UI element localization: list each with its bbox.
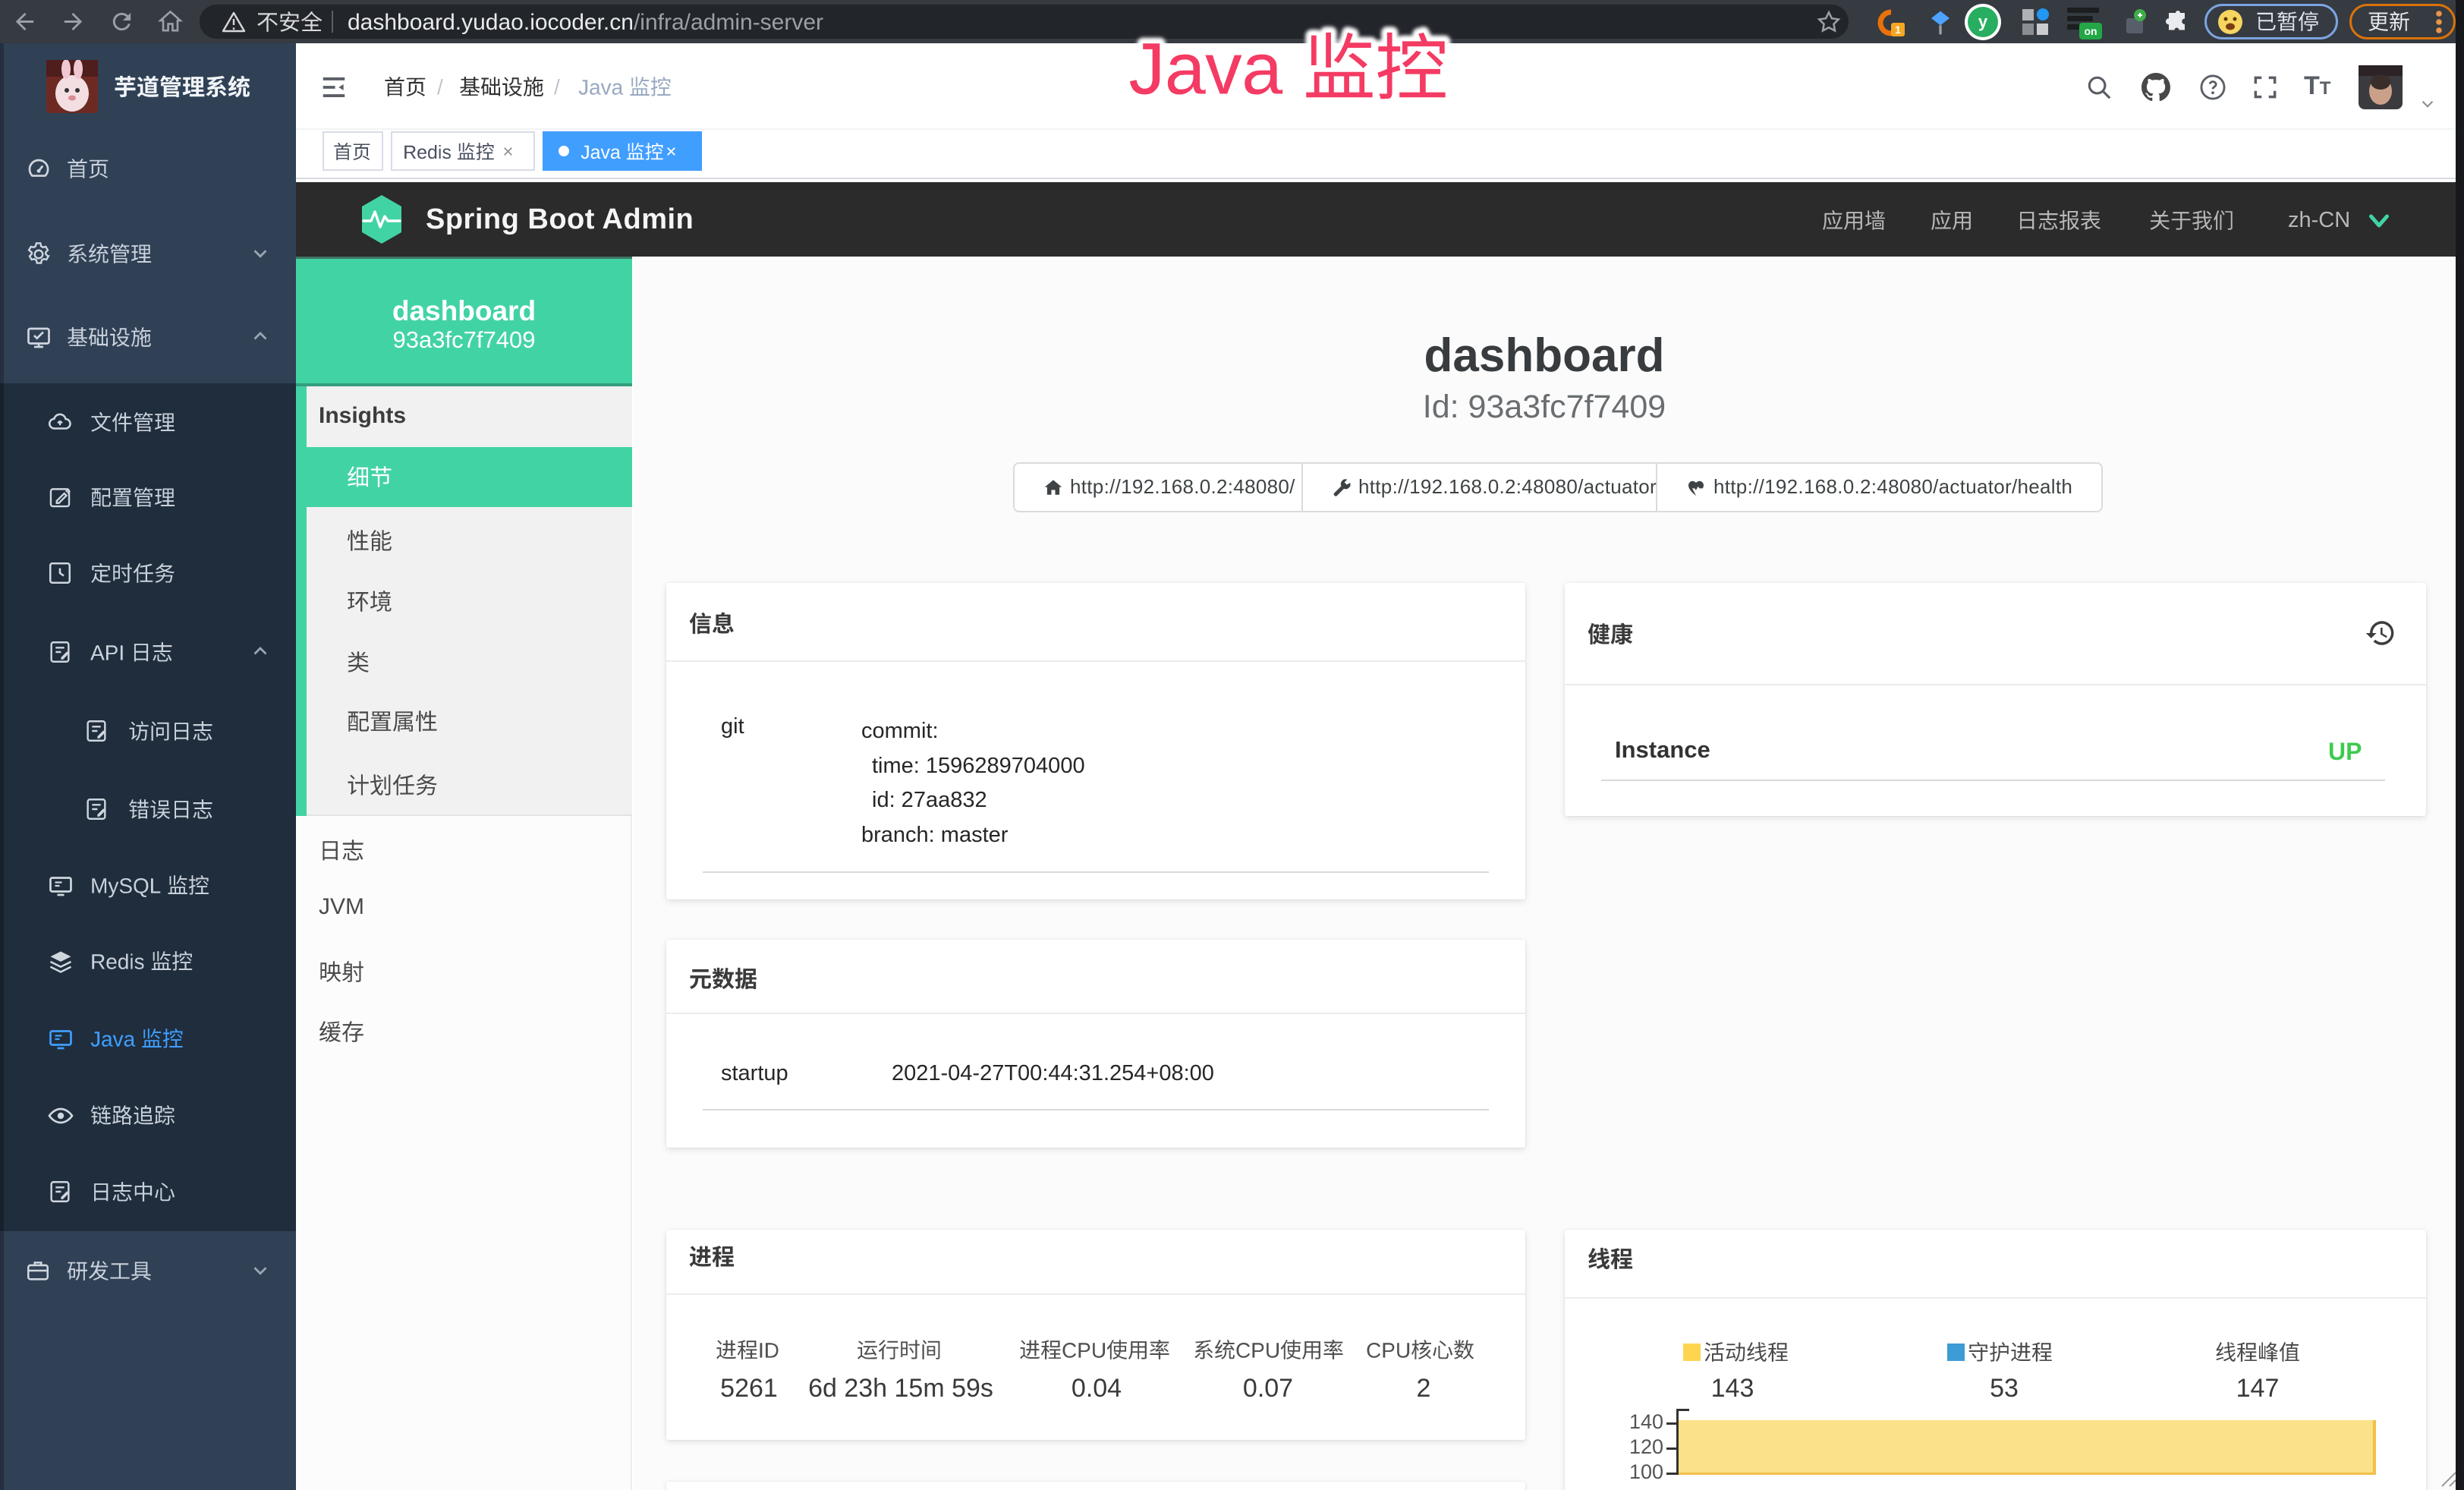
svg-text:y: y (1978, 12, 1988, 31)
svg-text:on: on (2084, 25, 2097, 37)
svg-text:1: 1 (1895, 24, 1901, 36)
